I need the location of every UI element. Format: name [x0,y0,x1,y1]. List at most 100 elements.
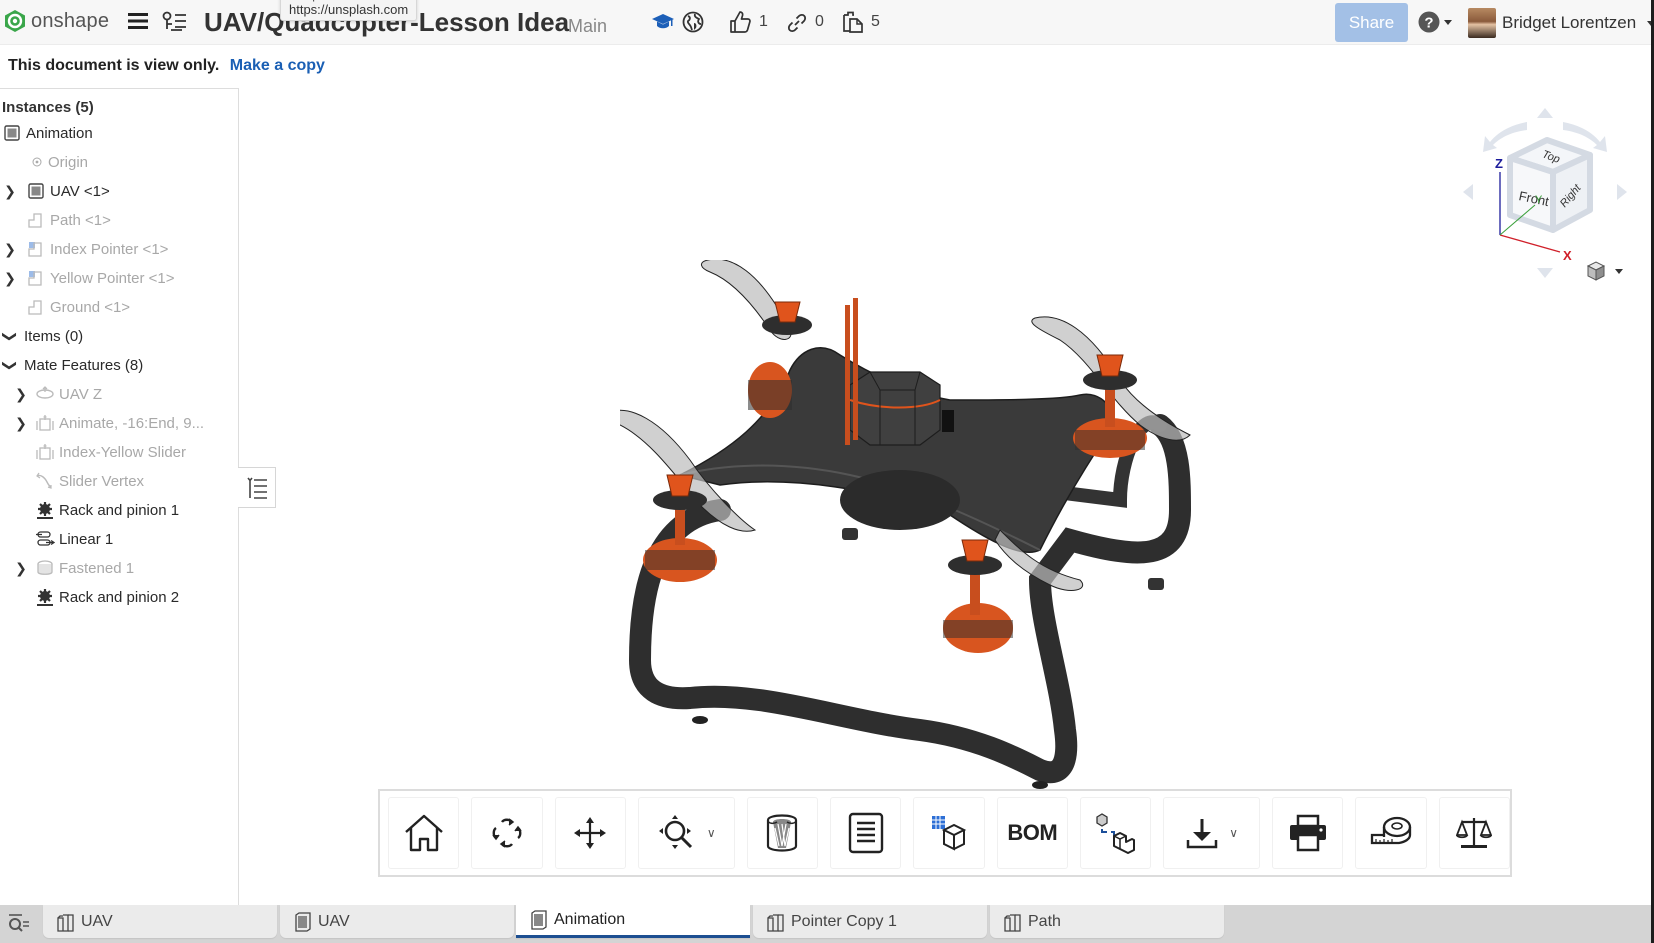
instance-row-uav[interactable]: ❯ UAV <1> [2,178,110,204]
zoom-dropdown-chevron-icon[interactable]: ∨ [707,826,716,840]
mate-row-rack-and-pinion-2[interactable]: Rack and pinion 2 [35,584,179,610]
quadcopter-model[interactable] [620,260,1270,790]
mate-row-slider-vertex[interactable]: Slider Vertex [35,468,144,494]
instance-label: Origin [48,153,89,171]
instance-row-index-pointer[interactable]: ❯ Index Pointer <1> [2,236,168,262]
pan-button[interactable] [554,797,626,869]
instance-row-path[interactable]: Path <1> [26,207,111,233]
user-name: Bridget Lorentzen [1502,13,1637,32]
expand-chevron-icon[interactable]: ❯ [13,560,29,577]
zoom-button[interactable]: ∨ [637,797,735,869]
branch-label[interactable]: Main [568,16,607,37]
expand-chevron-icon[interactable]: ❯ [2,241,18,258]
insert-part-icon [931,816,967,851]
links-count: 0 [815,13,824,30]
mass-properties-button[interactable] [1438,797,1510,869]
collapse-chevron-icon[interactable]: ❯ [2,328,19,344]
mate-row-fastened-1[interactable]: ❯ Fastened 1 [13,555,134,581]
view-cube[interactable]: Top Front Right Z X Y [1455,100,1635,280]
mate-features-label: Mate Features (8) [24,356,144,374]
zoom-icon [658,815,692,849]
export-dropdown-chevron-icon[interactable]: ∨ [1229,826,1238,840]
mate-row-uav-z[interactable]: ❯ UAV Z [13,381,102,407]
copy-icon[interactable] [842,11,864,33]
instance-row-yellow-pointer[interactable]: ❯ Yellow Pointer <1> [2,265,174,291]
fastened-mate-icon [35,559,55,577]
user-menu[interactable]: Bridget Lorentzen [1502,13,1654,33]
mate-row-index-yellow-slider[interactable]: Index-Yellow Slider [35,439,186,465]
expand-chevron-icon[interactable]: ❯ [2,270,18,287]
likes-count: 1 [759,13,768,30]
mate-features-group[interactable]: ❯ Mate Features (8) [2,352,144,378]
export-button[interactable]: ∨ [1163,797,1261,869]
pan-icon [574,817,607,849]
help-menu[interactable]: ? [1418,11,1452,33]
z-axis-label: Z [1495,156,1503,171]
mate-row-rack-and-pinion-1[interactable]: Rack and pinion 1 [35,497,179,523]
scale-icon [1456,818,1493,848]
tab-label: Animation [554,911,626,928]
items-group[interactable]: ❯ Items (0) [2,323,84,349]
tab-animation-assembly[interactable]: Animation [516,905,750,938]
svg-text:?: ? [1424,15,1433,32]
collapse-chevron-icon[interactable]: ❯ [2,357,19,373]
antenna [853,298,858,440]
rotate-button[interactable] [471,797,543,869]
thumbs-up-icon[interactable] [729,10,751,34]
bom-label: BOM [1007,820,1058,845]
insert-part-button[interactable] [913,797,985,869]
assembly-tab-icon [531,910,547,930]
path-mate-icon [35,472,55,490]
render-mode-caret-icon [1615,268,1623,274]
make-a-copy-link[interactable]: Make a copy [230,57,325,74]
panel-toggle-button[interactable] [238,467,276,508]
slider-mate-icon [35,414,55,432]
view-only-notice: This document is view only. Make a copy [8,57,325,75]
section-view-icon [767,814,798,852]
mate-row-animate[interactable]: ❯ Animate, -16:End, 9... [13,410,204,436]
slider-mate-icon [35,443,55,461]
shaded-cube-icon [1586,261,1606,281]
tab-pointer-copy-1[interactable]: Pointer Copy 1 [753,905,987,938]
section-view-button[interactable] [746,797,819,869]
mate-label: Slider Vertex [59,472,145,490]
tab-path[interactable]: Path [990,905,1224,938]
list-button[interactable] [830,797,902,869]
expand-chevron-icon[interactable]: ❯ [13,415,29,432]
expand-chevron-icon[interactable]: ❯ [2,183,18,200]
globe-icon[interactable] [682,11,704,33]
education-cap-icon[interactable] [652,13,674,31]
instance-label: UAV <1> [50,182,110,200]
bom-button[interactable]: BOM [996,797,1068,869]
user-avatar[interactable] [1468,8,1496,38]
link-tooltip: Unsplash https://unsplash.com [280,0,418,21]
instance-row-origin[interactable]: Origin [30,149,88,175]
explode-view-button[interactable] [1079,797,1152,869]
mate-row-linear-1[interactable]: Linear 1 [35,526,113,552]
link-icon[interactable] [787,13,807,33]
measure-button[interactable] [1355,797,1427,869]
tape-measure-icon [1370,816,1412,845]
home-view-button[interactable] [388,797,460,869]
list-icon [848,812,883,854]
render-mode-dropdown[interactable] [1585,260,1623,282]
items-group-label: Items (0) [24,327,84,345]
tab-uav-assembly[interactable]: UAV [280,905,514,938]
instance-row-animation[interactable]: Animation [2,120,93,146]
instance-row-ground[interactable]: Ground <1> [26,294,130,320]
part-studio-icon [26,240,46,258]
antenna [845,305,850,445]
expand-chevron-icon[interactable]: ❯ [13,386,29,403]
feature-tree-icon[interactable] [162,11,188,33]
rotate-icon [492,818,522,848]
print-button[interactable] [1272,797,1344,869]
part-studio-tab-icon [767,913,784,932]
instance-label: Index Pointer <1> [50,240,169,258]
hamburger-menu-icon[interactable] [128,12,148,30]
share-button[interactable]: Share [1335,3,1408,42]
bottom-toolbar: ∨ BOM ∨ [378,789,1512,877]
tab-search-icon[interactable] [8,913,30,933]
tab-uav-part-studio[interactable]: UAV [43,905,277,938]
onshape-logo[interactable]: onshape [4,9,109,33]
rotate-up-arrow-icon [1537,108,1553,118]
